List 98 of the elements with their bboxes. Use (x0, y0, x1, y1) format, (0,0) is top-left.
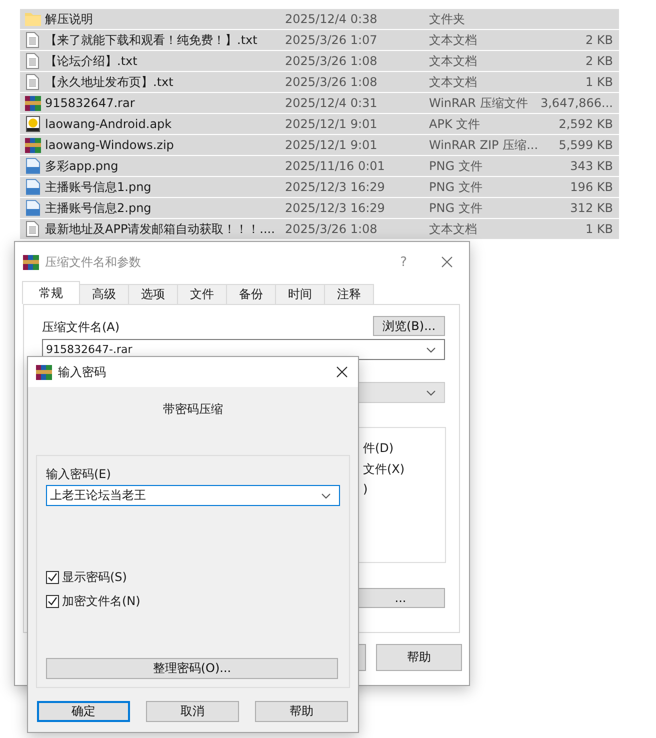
chevron-icon (426, 346, 436, 352)
books-icon (23, 254, 39, 270)
file-name: 最新地址及APP请发邮箱自动获取！！！.... (45, 220, 276, 238)
file-row[interactable]: laowang-Android.apk 2025/12/1 9:01 APK 文件 2,592 KB (20, 114, 619, 134)
folder-icon (24, 12, 40, 26)
file-name: laowang-Windows.zip (45, 138, 175, 152)
file-type: 文本文档 (429, 32, 478, 48)
file-date: 2025/12/4 0:38 (285, 12, 378, 26)
dialog-button[interactable]: 确定 (37, 701, 130, 722)
file-row[interactable]: 【论坛介绍】.txt 2025/3/26 1:08 文本文档 2 KB (20, 51, 619, 71)
file-name: 主播账号信息2.png (45, 200, 152, 216)
books-icon (24, 137, 40, 153)
file-name: 主播账号信息1.png (45, 178, 152, 196)
field-label: 压缩文件名(A) (42, 319, 120, 336)
file-type: PNG 文件 (429, 200, 484, 216)
browse-button[interactable]: 浏览(B)... (373, 316, 445, 336)
file-type: APK 文件 (429, 116, 482, 132)
file-type: 文件夹 (429, 10, 466, 28)
option-label: ) (363, 482, 369, 496)
checkbox-label: 加密文件名(N) (62, 593, 140, 610)
file-name: 【论坛介绍】.txt (45, 52, 138, 70)
file-row[interactable]: 解压说明 2025/12/4 0:38 文件夹 (20, 9, 619, 29)
image-file-icon (26, 179, 40, 195)
chevron-icon (321, 492, 331, 498)
file-type: 文本文档 (429, 220, 478, 238)
tab[interactable]: 高级 (79, 284, 129, 304)
file-type: 文本文档 (429, 52, 478, 70)
document-icon (26, 53, 39, 69)
document-icon (26, 221, 39, 237)
file-row[interactable]: 主播账号信息1.png 2025/12/3 16:29 PNG 文件 196 KB (20, 177, 619, 197)
file-size: 1 KB (585, 75, 613, 89)
file-date: 2025/12/4 0:31 (285, 96, 378, 110)
file-row[interactable]: 【永久地址发布页】.txt 2025/3/26 1:08 文本文档 1 KB (20, 72, 619, 92)
dialog-heading: 带密码压缩 (163, 401, 223, 418)
window-title: 压缩文件名和参数 (45, 254, 141, 270)
option-label: 件(D) (363, 440, 395, 457)
settings-button[interactable]: ... (356, 588, 445, 608)
file-size: 2,592 KB (558, 117, 613, 131)
chevron-icon (426, 390, 436, 396)
tab[interactable]: 常规 (22, 281, 80, 304)
file-row[interactable]: 【来了就能下载和观看！纯免费！】.txt 2025/3/26 1:07 文本文档 2 KB (20, 30, 619, 50)
file-row[interactable]: 多彩app.png 2025/11/16 0:01 PNG 文件 343 KB (20, 156, 619, 176)
tab[interactable]: 文件 (177, 284, 227, 304)
file-date: 2025/3/26 1:07 (285, 33, 378, 47)
window-title: 输入密码 (58, 364, 106, 380)
file-date: 2025/12/3 16:29 (285, 180, 386, 194)
file-name: 【来了就能下载和观看！纯免费！】.txt (45, 32, 258, 48)
tab[interactable]: 时间 (275, 284, 325, 304)
checkbox[interactable] (46, 595, 59, 608)
file-date: 2025/12/3 16:29 (285, 201, 386, 215)
file-size: 2 KB (585, 33, 613, 47)
file-name: 解压说明 (45, 10, 94, 28)
file-name: 915832647.rar (45, 96, 136, 110)
file-name: 多彩app.png (45, 158, 120, 174)
file-date: 2025/3/26 1:08 (285, 222, 378, 236)
file-date: 2025/3/26 1:08 (285, 75, 378, 89)
package-icon (26, 116, 40, 132)
file-size: 3,647,866... (540, 96, 613, 110)
document-icon (26, 74, 39, 90)
file-row[interactable]: 主播账号信息2.png 2025/12/3 16:29 PNG 文件 312 KB (20, 198, 619, 218)
tab[interactable]: 选项 (128, 284, 178, 304)
file-date: 2025/11/16 0:01 (285, 159, 386, 173)
file-row[interactable]: 915832647.rar 2025/12/4 0:31 WinRAR 压缩文件 3,647,866... (20, 93, 619, 113)
option-label: 文件(X) (363, 461, 406, 478)
field-label: 输入密码(E) (46, 466, 112, 483)
books-icon (36, 364, 52, 380)
tab[interactable]: 备份 (226, 284, 276, 304)
file-size: 312 KB (570, 201, 613, 215)
file-type: 文本文档 (429, 74, 478, 90)
file-date: 2025/12/1 9:01 (285, 138, 378, 152)
file-type: WinRAR ZIP 压缩... (429, 136, 540, 154)
file-size: 2 KB (585, 54, 613, 68)
books-icon (24, 95, 40, 111)
help-button[interactable]: 帮助 (376, 644, 462, 671)
close-icon[interactable] (336, 366, 348, 378)
file-type: PNG 文件 (429, 178, 484, 196)
image-file-icon (26, 158, 40, 174)
file-size: 196 KB (570, 180, 613, 194)
file-type: PNG 文件 (429, 158, 484, 174)
dialog-button[interactable]: 帮助 (255, 701, 348, 722)
file-row[interactable]: 最新地址及APP请发邮箱自动获取！！！.... 2025/3/26 1:08 文本文档 1 KB (20, 219, 619, 239)
file-name: 【永久地址发布页】.txt (45, 74, 174, 90)
checkbox-label: 显示密码(S) (62, 569, 127, 586)
file-row[interactable]: laowang-Windows.zip 2025/12/1 9:01 WinRAR ZIP 压缩... 5,599 KB (20, 135, 619, 155)
file-size: 343 KB (570, 159, 613, 173)
help-button[interactable]: ? (400, 254, 407, 270)
file-name: laowang-Android.apk (45, 117, 173, 131)
dialog-button[interactable]: 取消 (146, 701, 239, 722)
organize-button[interactable]: 整理密码(O)... (46, 658, 338, 679)
document-icon (26, 32, 39, 48)
tab[interactable]: 注释 (324, 284, 374, 304)
file-size: 5,599 KB (558, 138, 613, 152)
checkbox[interactable] (46, 571, 59, 584)
file-size: 1 KB (585, 222, 613, 236)
file-date: 2025/12/1 9:01 (285, 117, 378, 131)
password-field[interactable]: 上老王论坛当老王 (46, 485, 340, 506)
file-date: 2025/3/26 1:08 (285, 54, 378, 68)
image-file-icon (26, 200, 40, 216)
